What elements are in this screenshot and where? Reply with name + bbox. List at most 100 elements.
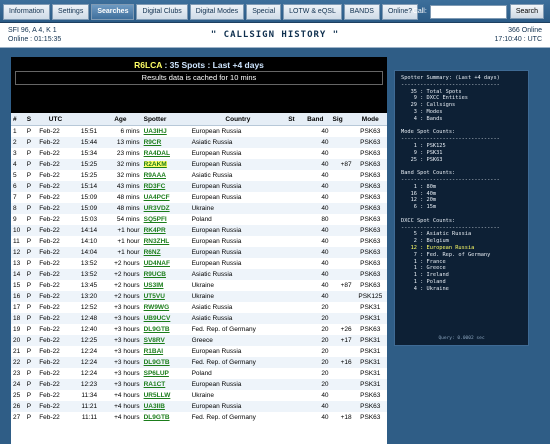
spotter-link[interactable]: UR3VDZ <box>141 203 190 214</box>
spotter-link[interactable]: RA4DAL <box>142 148 190 159</box>
spotter-link[interactable]: US3IM <box>142 280 190 291</box>
summary-text: Spotter Summary: (Last +4 days) --------… <box>401 75 522 293</box>
spotter-callsign[interactable]: DL9GTB <box>144 414 170 421</box>
nav-tab-digital-clubs[interactable]: Digital Clubs <box>136 4 188 20</box>
table-cell: European Russia <box>191 128 242 135</box>
spotter-link[interactable]: R6NZ <box>141 247 190 258</box>
spotter-callsign[interactable]: R6NZ <box>144 249 161 256</box>
table-cell: 40 <box>321 238 329 245</box>
table-cell: 4 <box>11 159 25 170</box>
nav-tab-lotw-eqsl[interactable]: LOTW & eQSL <box>283 4 342 20</box>
page-header: SFI 96, A 4, K 1 Online : 01:15:35 " CAL… <box>0 23 550 48</box>
table-row: 4 P Feb-22 15:25 32 mins R2AKM European Russia… <box>11 159 387 170</box>
spotter-callsign[interactable]: UR3VDZ <box>144 205 170 212</box>
spotter-callsign[interactable]: UB9UCV <box>144 315 171 322</box>
spotter-link[interactable]: RN3ZHL <box>142 236 190 247</box>
nav-tab-information[interactable]: Information <box>3 4 51 20</box>
table-cell: +3 hours <box>99 357 142 368</box>
spotter-link[interactable]: SV8RV <box>141 335 190 346</box>
spotter-callsign[interactable]: UA3IHJ <box>144 128 167 135</box>
spotter-callsign[interactable]: DL9GTB <box>144 359 170 366</box>
spotter-link[interactable]: R9CR <box>141 137 190 148</box>
table-cell: Feb-22 <box>39 172 60 179</box>
table-row: 3 P Feb-22 15:34 23 mins RA4DAL European Russi… <box>11 148 387 159</box>
spotter-link[interactable]: UD4NAF <box>142 258 190 269</box>
table-cell: Fed. Rep. of Germany <box>191 326 256 333</box>
spotter-callsign[interactable]: UD4NAF <box>144 260 170 267</box>
table-cell <box>331 346 354 357</box>
spotter-link[interactable]: UR5LLW <box>142 390 190 401</box>
table-cell: P <box>24 379 38 390</box>
spotter-link[interactable]: SP6LUP <box>142 368 190 379</box>
spotter-link[interactable]: SQ5PFI <box>142 214 190 225</box>
spotter-link[interactable]: DL9GTB <box>142 412 190 423</box>
spotter-link[interactable]: UA3IIB <box>141 401 190 412</box>
table-cell <box>330 379 354 390</box>
spotter-callsign[interactable]: SV8RV <box>144 337 165 344</box>
table-cell <box>331 148 354 159</box>
spotter-link[interactable]: UB9UCV <box>141 313 190 324</box>
table-cell: 48 mins <box>116 194 140 201</box>
spotter-callsign[interactable]: R9AAA <box>144 172 166 179</box>
spotter-link[interactable]: DL9GTB <box>142 324 190 335</box>
table-cell: +4 hours <box>99 401 142 412</box>
spotter-callsign[interactable]: RK4PR <box>144 227 166 234</box>
spotter-link[interactable]: UA4PCF <box>142 192 190 203</box>
spotter-callsign[interactable]: UA4PCF <box>144 194 170 201</box>
spotter-callsign[interactable]: SP6LUP <box>144 370 169 377</box>
spotter-callsign[interactable]: SQ5PFI <box>144 216 167 223</box>
spotter-callsign[interactable]: RD3FC <box>144 183 166 190</box>
nav-tab-bands[interactable]: BANDS <box>343 4 380 20</box>
spotter-link[interactable]: R2AKM <box>141 159 190 170</box>
spotter-link[interactable]: RK4PR <box>141 225 190 236</box>
table-cell: 32 mins <box>99 159 142 170</box>
spotter-callsign[interactable]: US3IM <box>144 282 164 289</box>
table-row: 22 P Feb-22 12:24 +3 hours DL9GTB Fed. Rep. of… <box>11 357 387 368</box>
spotter-link[interactable]: R9AAA <box>142 170 190 181</box>
spotter-callsign[interactable]: R9UCB <box>144 271 166 278</box>
nav-tab-settings[interactable]: Settings <box>52 4 90 20</box>
spotter-link[interactable]: RW9WG <box>142 302 190 313</box>
spotter-callsign[interactable]: RW9WG <box>144 304 170 311</box>
table-cell: 22 <box>11 357 25 368</box>
table-cell: Greece <box>189 335 287 346</box>
spotter-callsign[interactable]: DL9GTB <box>144 326 170 333</box>
spotter-callsign[interactable]: RN3ZHL <box>144 238 170 245</box>
spotter-link[interactable]: DL9GTB <box>141 357 190 368</box>
nav-tab-searches[interactable]: Searches <box>91 4 135 20</box>
table-cell: +18 <box>340 414 352 421</box>
table-cell: +2 hours <box>114 282 140 289</box>
spotter-callsign[interactable]: RA1CT <box>144 381 166 388</box>
spotter-link[interactable]: R1BAI <box>142 346 190 357</box>
table-cell: Feb-22 <box>37 181 74 192</box>
spotter-link[interactable]: RD3FC <box>141 181 190 192</box>
search-button[interactable]: Search <box>509 4 544 19</box>
table-cell: 54 mins <box>116 216 140 223</box>
table-cell: European Russia <box>191 348 242 355</box>
call-input[interactable] <box>429 4 507 19</box>
table-cell: 12:24 <box>80 370 98 377</box>
table-cell: 27 <box>13 414 21 421</box>
spotter-callsign[interactable]: UT5VU <box>144 293 165 300</box>
spotter-callsign[interactable]: R1BAI <box>144 348 164 355</box>
table-cell <box>286 203 306 214</box>
nav-tab-digital-modes[interactable]: Digital Modes <box>189 4 245 20</box>
table-row: 18 P Feb-22 12:48 +3 hours UB9UCV Asiatic Russ… <box>11 313 387 324</box>
table-cell <box>286 280 305 291</box>
table-cell: +2 hours <box>99 269 142 280</box>
table-cell: 17 <box>13 304 21 311</box>
spotter-callsign[interactable]: UA3IIB <box>144 403 165 410</box>
spotter-callsign[interactable]: RA4DAL <box>144 150 170 157</box>
spotter-callsign[interactable]: R9CR <box>144 139 162 146</box>
spotter-link[interactable]: UT5VU <box>141 291 190 302</box>
spotter-link[interactable]: UA3IHJ <box>142 126 190 138</box>
spotter-callsign[interactable]: UR5LLW <box>144 392 171 399</box>
table-cell <box>330 269 354 280</box>
nav-tab-special[interactable]: Special <box>246 4 282 20</box>
page-title: " CALLSIGN HISTORY " <box>210 30 340 40</box>
summary-line: ------------------------------- <box>401 81 500 88</box>
spotter-callsign[interactable]: R2AKM <box>143 161 167 168</box>
table-cell: 8 <box>11 203 25 214</box>
spotter-link[interactable]: R9UCB <box>141 269 190 280</box>
spotter-link[interactable]: RA1CT <box>141 379 190 390</box>
